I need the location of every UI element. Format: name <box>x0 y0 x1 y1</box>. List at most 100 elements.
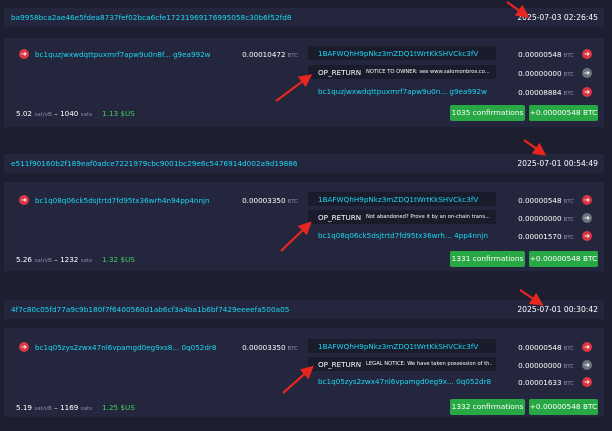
change-amount: 0.00008884 BTC <box>504 88 574 97</box>
annotation-arrow-timestamp-2 <box>523 139 547 156</box>
change-amount-value: 0.00001570 <box>518 232 562 241</box>
btc-unit: BTC <box>563 346 574 352</box>
output-row: 1BAFWQhH9pNkz3mZDQ1tWrtKkSHVCkc3fV <box>308 339 496 353</box>
fee-rate: 5.02 <box>16 109 33 118</box>
op-return-row: OP_RETURN LEGAL NOTICE: We have taken po… <box>308 357 496 371</box>
op-return-message: Not abandoned? Prove it by an on-chain t… <box>366 214 491 220</box>
output-arrow-icon[interactable]: ➜ <box>582 342 592 352</box>
change-arrow-icon[interactable]: ➜ <box>582 231 592 241</box>
output-row: 1BAFWQhH9pNkz3mZDQ1tWrtKkSHVCkc3fV <box>308 192 496 206</box>
txid-link[interactable]: e511f90160b2f189eaf0adce7221979cbc9001bc… <box>11 159 298 168</box>
output-row: 1BAFWQhH9pNkz3mZDQ1tWrtKkSHVCkc3fV <box>308 46 496 60</box>
btc-unit: BTC <box>287 199 298 205</box>
input-address[interactable]: bc1quzjwxwdqttpuxmrf7apw9u0n8f... g9ea99… <box>35 50 211 59</box>
change-amount-value: 0.00001633 <box>518 378 562 387</box>
change-address[interactable]: bc1q05zys2zwx47nl6vpamgd0eg9x... 0q052dr… <box>318 377 491 386</box>
tx-body: ➜ bc1q08q06ck5dsjtrtd7fd95tx36wrh4n94pp4… <box>4 182 604 271</box>
tx-header: 4f7c80c05fd77a9c9b180f7f6400560d1ab6cf3a… <box>4 300 604 319</box>
total-amount-button[interactable]: +0.00000548 BTC <box>529 105 598 121</box>
output-amount-value: 0.00000548 <box>518 50 562 59</box>
btc-unit: BTC <box>287 346 298 352</box>
fee-rate-unit: sat/vB <box>34 112 52 118</box>
change-address[interactable]: bc1quzjwxwdqttpuxmrf7apw9u0n... g9ea992w <box>318 87 487 96</box>
change-amount: 0.00001570 BTC <box>504 232 574 241</box>
op-return-amount-value: 0.00000000 <box>518 214 562 223</box>
input-arrow-icon[interactable]: ➜ <box>19 342 29 352</box>
confirmations-button[interactable]: 1035 confirmations <box>450 105 525 121</box>
tx-timestamp: 2025-07-01 00:54:49 <box>517 159 598 168</box>
btc-unit: BTC <box>563 53 574 59</box>
tx-header: e511f90160b2f189eaf0adce7221979cbc9001bc… <box>4 154 604 173</box>
op-return-arrow-icon: ➜ <box>582 360 592 370</box>
input-amount: 0.00003350 BTC <box>236 343 298 352</box>
op-return-amount-value: 0.00000000 <box>518 361 562 370</box>
output-address[interactable]: 1BAFWQhH9pNkz3mZDQ1tWrtKkSHVCkc3fV <box>318 342 478 351</box>
confirmations-button[interactable]: 1331 confirmations <box>450 251 525 267</box>
op-return-amount: 0.00000000 BTC <box>504 361 574 370</box>
fee-rate-unit: sat/vB <box>34 406 52 412</box>
btc-unit: BTC <box>563 72 574 78</box>
output-amount: 0.00000548 BTC <box>504 50 574 59</box>
btc-unit: BTC <box>287 53 298 59</box>
fee-amount: 1232 <box>60 255 79 264</box>
input-amount: 0.00003350 BTC <box>236 196 298 205</box>
fee-amount: 1169 <box>60 403 79 412</box>
tx-timestamp: 2025-07-01 00:30:42 <box>517 305 598 314</box>
change-arrow-icon[interactable]: ➜ <box>582 87 592 97</box>
btc-unit: BTC <box>563 217 574 223</box>
input-arrow-icon[interactable]: ➜ <box>19 195 29 205</box>
output-arrow-icon[interactable]: ➜ <box>582 49 592 59</box>
op-return-message: NOTICE TO OWNER: see www.salomonbros.co.… <box>366 69 490 75</box>
input-amount-value: 0.00003350 <box>242 196 286 205</box>
fee-amount: 1040 <box>60 109 79 118</box>
fee-info: 5.02 sat/vB – 1040 sats 1.13 $US <box>16 109 135 118</box>
tx-body: ➜ bc1quzjwxwdqttpuxmrf7apw9u0n8f... g9ea… <box>4 38 604 127</box>
output-address[interactable]: 1BAFWQhH9pNkz3mZDQ1tWrtKkSHVCkc3fV <box>318 49 478 58</box>
op-return-row: OP_RETURN Not abandoned? Prove it by an … <box>308 210 496 224</box>
output-amount-value: 0.00000548 <box>518 343 562 352</box>
op-return-message: LEGAL NOTICE: We have taken possession o… <box>366 361 492 367</box>
fee-usd: 1.25 $US <box>102 403 135 412</box>
input-amount-value: 0.00003350 <box>242 343 286 352</box>
output-arrow-icon[interactable]: ➜ <box>582 195 592 205</box>
input-amount: 0.00010472 BTC <box>236 50 298 59</box>
btc-unit: BTC <box>563 91 574 97</box>
op-return-label: OP_RETURN <box>318 213 362 222</box>
btc-unit: BTC <box>563 235 574 241</box>
change-amount-value: 0.00008884 <box>518 88 562 97</box>
total-amount-button[interactable]: +0.00000548 BTC <box>529 399 598 415</box>
input-arrow-icon[interactable]: ➜ <box>19 49 29 59</box>
change-address[interactable]: bc1q08q06ck5dsjtrtd7fd95tx36wrh... 4pp4n… <box>318 231 488 240</box>
fee-unit: sats <box>80 258 93 264</box>
op-return-amount: 0.00000000 BTC <box>504 214 574 223</box>
input-address[interactable]: bc1q08q06ck5dsjtrtd7fd95tx36wrh4n94pp4nn… <box>35 196 210 205</box>
op-return-row: OP_RETURN NOTICE TO OWNER: see www.salom… <box>308 65 496 79</box>
output-address[interactable]: 1BAFWQhH9pNkz3mZDQ1tWrtKkSHVCkc3fV <box>318 195 478 204</box>
fee-usd: 1.13 $US <box>102 109 135 118</box>
op-return-label: OP_RETURN <box>318 360 362 369</box>
op-return-amount: 0.00000000 BTC <box>504 69 574 78</box>
op-return-label: OP_RETURN <box>318 68 362 77</box>
fee-unit: sats <box>80 112 93 118</box>
fee-usd: 1.32 $US <box>102 255 135 264</box>
output-row: bc1q08q06ck5dsjtrtd7fd95tx36wrh... 4pp4n… <box>308 228 496 242</box>
fee-rate: 5.26 <box>16 255 33 264</box>
btc-unit: BTC <box>563 364 574 370</box>
tx-header: ba9958bca2ae46e5fdea8737fef02bca6cfe1723… <box>4 8 604 27</box>
fee-unit: sats <box>80 406 93 412</box>
tx-body: ➜ bc1q05zys2zwx47nl6vpamgd0eg9xs8... 0q0… <box>4 328 604 417</box>
output-row: bc1q05zys2zwx47nl6vpamgd0eg9x... 0q052dr… <box>308 374 496 388</box>
btc-unit: BTC <box>563 381 574 387</box>
fee-info: 5.19 sat/vB – 1169 sats 1.25 $US <box>16 403 135 412</box>
txid-link[interactable]: ba9958bca2ae46e5fdea8737fef02bca6cfe1723… <box>11 13 291 22</box>
output-amount-value: 0.00000548 <box>518 196 562 205</box>
fee-rate-unit: sat/vB <box>34 258 52 264</box>
change-arrow-icon[interactable]: ➜ <box>582 377 592 387</box>
output-amount: 0.00000548 BTC <box>504 196 574 205</box>
input-address[interactable]: bc1q05zys2zwx47nl6vpamgd0eg9xs8... 0q052… <box>35 343 216 352</box>
output-amount: 0.00000548 BTC <box>504 343 574 352</box>
total-amount-button[interactable]: +0.00000548 BTC <box>529 251 598 267</box>
output-row: bc1quzjwxwdqttpuxmrf7apw9u0n... g9ea992w <box>308 84 496 98</box>
txid-link[interactable]: 4f7c80c05fd77a9c9b180f7f6400560d1ab6cf3a… <box>11 305 289 314</box>
confirmations-button[interactable]: 1332 confirmations <box>450 399 525 415</box>
